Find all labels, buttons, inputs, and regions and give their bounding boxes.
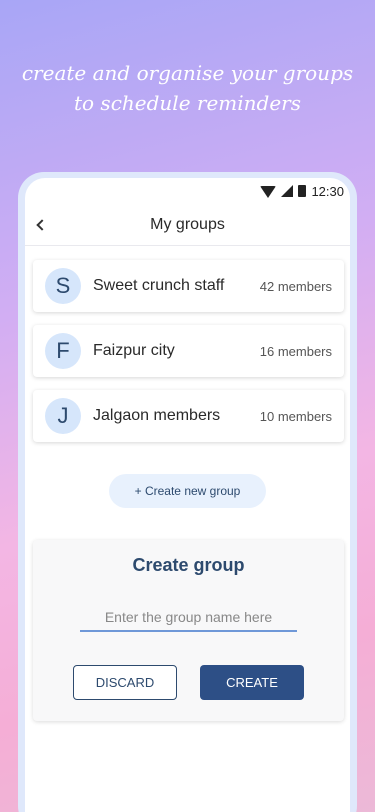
group-avatar: S <box>45 268 81 304</box>
group-list: S Sweet crunch staff 42 members F Faizpu… <box>33 260 344 455</box>
headline-line-2: to schedule reminders <box>74 91 301 115</box>
group-item-faizpur-city[interactable]: F Faizpur city 16 members <box>33 325 344 377</box>
status-time: 12:30 <box>311 183 344 199</box>
group-name: Sweet crunch staff <box>93 277 225 294</box>
app-bar: My groups <box>25 204 350 246</box>
create-button[interactable]: CREATE <box>200 665 304 700</box>
group-member-count: 42 members <box>259 278 332 294</box>
group-avatar: J <box>45 398 81 434</box>
promo-headline: create and organise your groups to sched… <box>0 58 375 118</box>
group-name-input[interactable] <box>80 604 297 632</box>
status-bar: 12:30 <box>25 178 350 204</box>
create-new-group-button[interactable]: + Create new group <box>109 474 266 508</box>
signal-icon <box>281 185 294 197</box>
chevron-left-icon[interactable] <box>31 215 49 235</box>
group-member-count: 10 members <box>259 408 332 424</box>
group-name: Jalgaon members <box>93 407 221 424</box>
create-group-title: Create group <box>132 555 245 575</box>
app-screen: 12:30 My groups S Sweet crunch staff 42 … <box>25 178 350 812</box>
group-item-sweet-crunch-staff[interactable]: S Sweet crunch staff 42 members <box>33 260 344 312</box>
wifi-icon <box>260 186 277 198</box>
group-item-jalgaon-members[interactable]: J Jalgaon members 10 members <box>33 390 344 442</box>
create-group-panel: Create group DISCARD CREATE <box>33 540 344 721</box>
discard-button[interactable]: DISCARD <box>73 665 177 700</box>
group-member-count: 16 members <box>259 343 332 359</box>
page-title: My groups <box>150 215 225 233</box>
group-name: Faizpur city <box>93 342 175 359</box>
phone-frame: 12:30 My groups S Sweet crunch staff 42 … <box>18 172 357 812</box>
battery-icon <box>298 185 307 197</box>
group-avatar: F <box>45 333 81 369</box>
headline-line-1: create and organise your groups <box>21 61 354 85</box>
